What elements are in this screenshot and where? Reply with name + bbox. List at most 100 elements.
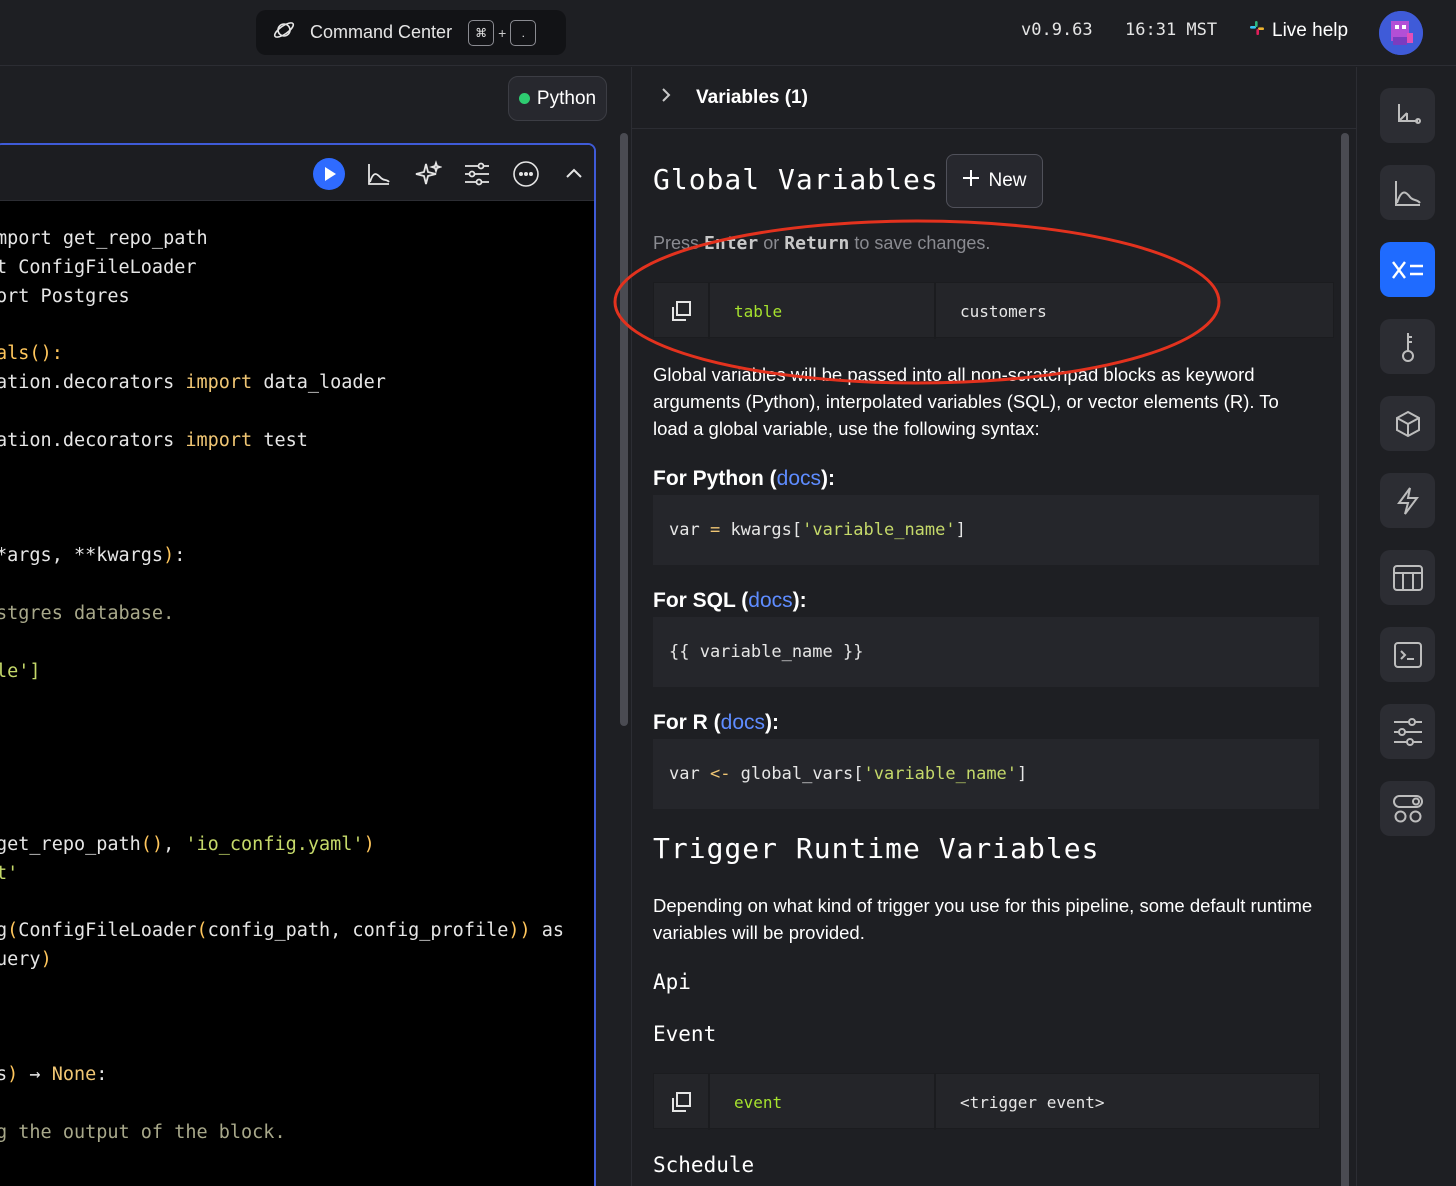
variable-name-input[interactable]: table [710,283,936,339]
code-line-text: ort Postgres [0,285,130,307]
trigger-variables-description: Depending on what kind of trigger you us… [653,895,1313,943]
tree-icon[interactable] [1380,88,1435,143]
heading-text: ): [821,467,836,490]
code-line: get_repo_path(), 'io_config.yaml') [0,831,594,860]
hint-text: to save changes. [854,233,991,253]
code-token: var [669,764,710,784]
trigger-variables-heading: Trigger Runtime Variables [653,832,1100,865]
code-editor[interactable]: mport get_repo_path t ConfigFileLoader o… [0,225,594,1148]
code-line-text: s) → None: [0,1064,108,1086]
user-avatar[interactable] [1379,11,1423,55]
trigger-type-schedule: Schedule [653,1153,755,1177]
live-help-link[interactable]: Live help [1248,19,1348,43]
variables-panel: Variables (1) Global Variables New Press… [631,67,1357,1186]
variable-value-input[interactable]: customers [936,283,1333,339]
variables-icon[interactable] [1380,242,1435,297]
chart-icon[interactable] [1380,165,1435,220]
code-line-text: g(ConfigFileLoader(config_path, config_p… [0,920,565,942]
global-variables-description: Global variables will be passed into all… [653,364,1279,439]
code-line-text: get_repo_path(), 'io_config.yaml') [0,833,375,855]
kernel-status-button[interactable]: Python [508,76,607,121]
cube-icon[interactable] [1380,396,1435,451]
table-icon[interactable] [1380,550,1435,605]
heading-text: For Python ( [653,467,777,490]
python-docs-link[interactable]: docs [777,467,821,490]
live-help-label: Live help [1272,20,1349,41]
panel-header: Variables (1) [632,67,1357,129]
code-token: var [669,520,710,540]
copy-icon[interactable] [654,283,710,339]
right-sidebar [1356,67,1456,1186]
code-line: s) → None: [0,1061,594,1090]
code-token: 'variable_name' [863,764,1018,784]
command-center-button[interactable]: Command Center ⌘ + . [256,10,566,55]
code-line: t' [0,860,594,889]
secrets-key-icon[interactable] [1380,319,1435,374]
code-line: stgres database. [0,600,594,629]
code-line-text: ation.decorators import data_loader [0,372,386,394]
code-block[interactable]: mport get_repo_path t ConfigFileLoader o… [0,143,596,1186]
code-token: <- [709,764,731,784]
version-label: v0.9.63 [1021,20,1093,40]
period-key: . [510,19,537,46]
settings-sliders-icon[interactable] [1380,704,1435,759]
chart-icon[interactable] [362,157,396,191]
settings-sliders-icon[interactable] [460,157,494,191]
sql-docs-link[interactable]: docs [748,589,792,612]
sql-code-example: {{ variable_name }} [653,617,1319,687]
code-line: ation.decorators import test [0,427,594,456]
r-docs-link[interactable]: docs [721,711,765,734]
new-variable-button[interactable]: New [946,154,1043,208]
terminal-icon[interactable] [1380,627,1435,682]
chevron-right-icon[interactable] [658,86,674,109]
code-line: als(): [0,340,594,369]
plus-icon [962,169,980,193]
code-line-text: t ConfigFileLoader [0,256,197,278]
code-line: ort Postgres [0,283,594,312]
hint-enter-key: Enter [704,233,759,254]
toggles-icon[interactable] [1380,781,1435,836]
code-line-text: le'] [0,660,41,682]
code-token: ] [1017,764,1028,784]
code-token: global_vars[ [730,764,864,784]
code-line-text: stgres database. [0,602,175,624]
event-variable-value: <trigger event> [960,1092,1105,1112]
event-variable-name: event [710,1074,936,1130]
code-line-text: mport get_repo_path [0,228,208,249]
save-hint: Press Enter or Return to save changes. [653,233,990,254]
code-line: g the output of the block. [0,1119,594,1148]
command-key: ⌘ [468,19,495,46]
slack-icon [1248,19,1266,43]
copy-icon[interactable] [654,1074,710,1130]
collapse-chevron-icon[interactable] [557,157,591,191]
run-button[interactable] [312,157,346,191]
code-line-text: ation.decorators import test [0,429,308,451]
code-line-text: als(): [0,343,63,365]
sparkle-icon[interactable] [411,157,445,191]
global-variable-row: table customers [653,282,1334,339]
hint-text: or [763,233,780,253]
top-bar: Command Center ⌘ + . v0.9.63 16:31 MST L… [0,0,1456,66]
editor-scrollbar[interactable] [620,133,628,726]
clock-label: 16:31 MST [1125,20,1218,40]
lightning-icon[interactable] [1380,473,1435,528]
panel-scrollbar[interactable] [1341,133,1349,1186]
python-syntax-heading: For Python (docs): [653,467,835,491]
hint-return-key: Return [784,233,850,254]
heading-text: ): [792,589,807,612]
block-toolbar [0,145,594,201]
more-options-icon[interactable] [509,157,543,191]
